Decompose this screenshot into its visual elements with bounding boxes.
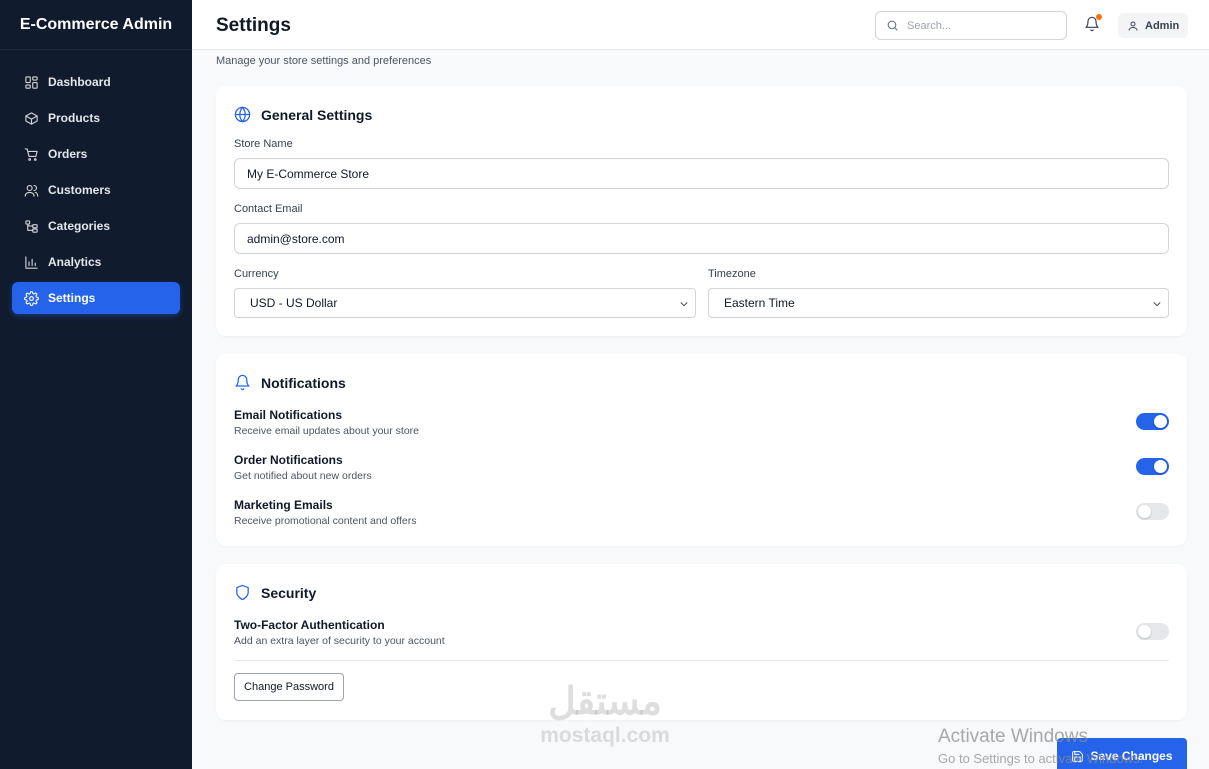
- sidebar-item-analytics[interactable]: Analytics: [12, 246, 180, 278]
- change-password-button[interactable]: Change Password: [234, 673, 344, 701]
- email-notifications-desc: Receive email updates about your store: [234, 425, 420, 437]
- users-icon: [24, 184, 39, 197]
- cart-icon: [24, 147, 38, 161]
- activate-windows-title: Activate Windows: [938, 726, 1088, 747]
- user-label: Admin: [1145, 19, 1180, 32]
- order-notifications-toggle[interactable]: [1136, 458, 1169, 475]
- store-name-label: Store Name: [234, 138, 293, 150]
- sidebar-nav: Dashboard Products Orders Customers Cate…: [0, 50, 192, 314]
- chevron-down-icon: [1153, 302, 1161, 307]
- search-box[interactable]: [875, 11, 1067, 40]
- sidebar-item-label: Categories: [48, 219, 111, 233]
- sidebar-item-label: Dashboard: [48, 75, 111, 89]
- marketing-emails-toggle[interactable]: [1136, 503, 1169, 520]
- general-settings-heading: General Settings: [234, 106, 372, 123]
- sidebar-item-label: Customers: [48, 183, 111, 197]
- email-notifications-title: Email Notifications: [234, 408, 343, 422]
- store-name-input[interactable]: [234, 158, 1169, 189]
- bell-icon: [235, 374, 250, 391]
- marketing-emails-desc: Receive promotional content and offers: [234, 515, 417, 527]
- email-notifications-toggle[interactable]: [1136, 413, 1169, 430]
- gear-icon: [24, 290, 39, 306]
- timezone-select[interactable]: Eastern Time: [708, 288, 1169, 318]
- sidebar-item-label: Analytics: [48, 255, 102, 269]
- bar-chart-icon: [25, 255, 38, 269]
- security-card: Security Two-Factor Authentication Add a…: [216, 564, 1187, 720]
- sidebar-item-label: Orders: [48, 147, 88, 161]
- chevron-down-icon: [680, 302, 688, 307]
- watermark: مستقل mostaql.com: [530, 680, 680, 748]
- general-settings-card: General Settings Store Name Contact Emai…: [216, 86, 1187, 336]
- tree-icon: [25, 219, 38, 233]
- order-notifications-desc: Get notified about new orders: [234, 470, 372, 482]
- sidebar-item-settings[interactable]: Settings: [12, 282, 180, 314]
- sidebar-item-label: Settings: [48, 291, 96, 305]
- notifications-title: Notifications: [261, 374, 346, 391]
- two-factor-toggle[interactable]: [1136, 623, 1169, 640]
- toggle-knob: [1154, 415, 1167, 428]
- toggle-knob: [1138, 625, 1151, 638]
- page-subtitle: Manage your store settings and preferenc…: [216, 55, 432, 67]
- watermark-arabic: مستقل: [548, 681, 662, 723]
- shield-icon: [236, 584, 249, 601]
- page-title: Settings: [216, 15, 291, 36]
- marketing-emails-title: Marketing Emails: [234, 498, 333, 512]
- user-icon: [1128, 21, 1138, 31]
- grid-icon: [25, 75, 38, 89]
- sidebar-item-customers[interactable]: Customers: [12, 174, 180, 206]
- security-title: Security: [261, 584, 317, 601]
- contact-email-input[interactable]: [234, 223, 1169, 254]
- search-input[interactable]: [907, 19, 1057, 32]
- order-notifications-title: Order Notifications: [234, 453, 343, 467]
- search-icon: [887, 20, 898, 31]
- brand-title: E-Commerce Admin: [0, 0, 192, 50]
- toggle-knob: [1154, 460, 1167, 473]
- general-settings-title: General Settings: [261, 106, 373, 123]
- notifications-card: Notifications Email Notifications Receiv…: [216, 354, 1187, 546]
- box-icon: [25, 111, 38, 125]
- globe-icon: [234, 106, 251, 123]
- notification-dot: [1096, 14, 1102, 20]
- sidebar: E-Commerce Admin Dashboard Products Orde…: [0, 0, 192, 769]
- currency-label: Currency: [234, 268, 279, 280]
- currency-value: USD - US Dollar: [250, 296, 338, 310]
- currency-select[interactable]: USD - US Dollar: [234, 288, 696, 318]
- divider: [234, 660, 1169, 661]
- notifications-heading: Notifications: [234, 374, 346, 391]
- sidebar-item-label: Products: [48, 111, 101, 125]
- security-heading: Security: [234, 584, 316, 601]
- contact-email-label: Contact Email: [234, 203, 303, 215]
- activate-windows-subtitle: Go to Settings to activate Windows.: [938, 751, 1144, 766]
- sidebar-item-orders[interactable]: Orders: [12, 138, 180, 170]
- user-menu-button[interactable]: Admin: [1118, 13, 1189, 38]
- toggle-knob: [1138, 505, 1151, 518]
- timezone-label: Timezone: [708, 268, 756, 280]
- two-factor-desc: Add an extra layer of security to your a…: [234, 635, 445, 647]
- top-bar: Settings Admin: [192, 0, 1209, 50]
- watermark-latin: mostaql.com: [540, 724, 670, 747]
- sidebar-item-dashboard[interactable]: Dashboard: [12, 66, 180, 98]
- sidebar-item-products[interactable]: Products: [12, 102, 180, 134]
- sidebar-item-categories[interactable]: Categories: [12, 210, 180, 242]
- timezone-value: Eastern Time: [724, 296, 795, 310]
- notifications-button[interactable]: [1084, 14, 1102, 34]
- two-factor-title: Two-Factor Authentication: [234, 618, 385, 632]
- activate-windows-overlay: Activate Windows Go to Settings to activ…: [938, 726, 1143, 766]
